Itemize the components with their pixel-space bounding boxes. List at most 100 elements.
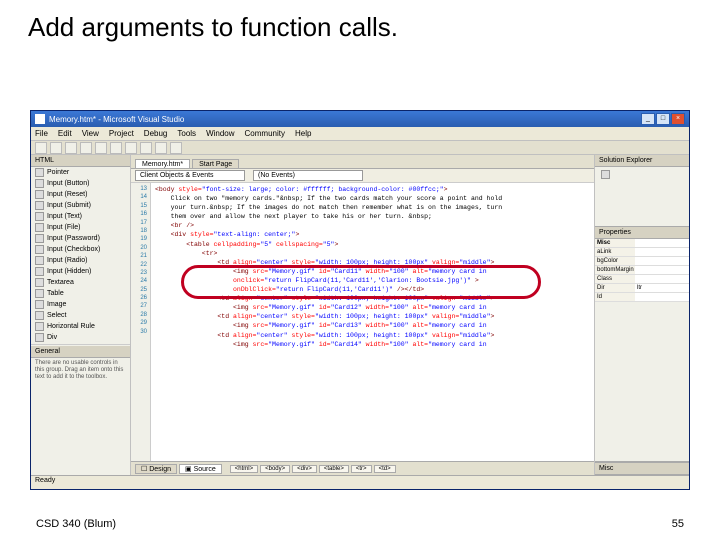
properties-header[interactable]: Properties [595, 227, 689, 239]
prop-key: Id [595, 293, 635, 301]
prop-key: bgColor [595, 257, 635, 265]
maximize-button[interactable]: □ [656, 113, 670, 125]
prop-value[interactable] [635, 275, 689, 283]
toolbar-button[interactable] [170, 142, 182, 154]
toolbar-button[interactable] [125, 142, 137, 154]
menu-window[interactable]: Window [206, 129, 234, 138]
menu-debug[interactable]: Debug [144, 129, 168, 138]
prop-value[interactable]: ltr [635, 284, 689, 292]
toolbox-item[interactable]: Table [47, 290, 64, 297]
right-panels: Solution Explorer Properties Misc aLink … [594, 155, 689, 475]
table-icon [35, 289, 44, 298]
menu-view[interactable]: View [82, 129, 99, 138]
prop-description: Misc [595, 462, 689, 475]
toolbar-button[interactable] [155, 142, 167, 154]
prop-key: bottomMargin [595, 266, 635, 274]
prop-key: Dir [595, 284, 635, 292]
breadcrumb[interactable]: <div> [292, 465, 317, 473]
toolbox-item[interactable]: Pointer [47, 169, 69, 176]
toolbox-item[interactable]: Input (File) [47, 224, 80, 231]
div-icon [35, 333, 44, 342]
toolbox-item[interactable]: Input (Submit) [47, 202, 91, 209]
toolbar-button[interactable] [140, 142, 152, 154]
slide-title: Add arguments to function calls. [0, 0, 720, 47]
toolbar-button[interactable] [80, 142, 92, 154]
toolbar-button[interactable] [50, 142, 62, 154]
breadcrumb[interactable]: <tr> [351, 465, 372, 473]
prop-key: Class [595, 275, 635, 283]
objects-dropdown[interactable]: Client Objects & Events [135, 170, 245, 181]
statusbar: Ready [31, 475, 689, 489]
breadcrumb[interactable]: <body> [260, 465, 290, 473]
object-event-bar: Client Objects & Events (No Events) [131, 169, 594, 183]
menu-help[interactable]: Help [295, 129, 311, 138]
menu-community[interactable]: Community [245, 129, 285, 138]
prop-value[interactable] [635, 248, 689, 256]
menu-edit[interactable]: Edit [58, 129, 72, 138]
titlebar: Memory.htm* - Microsoft Visual Studio _ … [31, 111, 689, 127]
file-icon [35, 223, 44, 232]
window-title: Memory.htm* - Microsoft Visual Studio [49, 115, 641, 124]
tab-memory-htm[interactable]: Memory.htm* [135, 159, 190, 168]
prop-value[interactable] [635, 257, 689, 265]
radio-icon [35, 256, 44, 265]
visual-studio-window: Memory.htm* - Microsoft Visual Studio _ … [30, 110, 690, 490]
toolbox-item[interactable]: Input (Password) [47, 235, 100, 242]
image-icon [35, 300, 44, 309]
toolbar-button[interactable] [95, 142, 107, 154]
toolbox-item[interactable]: Input (Button) [47, 180, 89, 187]
toolbox-header-general[interactable]: General [31, 346, 130, 358]
breadcrumb[interactable]: <html> [230, 465, 258, 473]
menu-tools[interactable]: Tools [177, 129, 196, 138]
design-tab[interactable]: ☐ Design [135, 464, 177, 474]
text-icon [35, 212, 44, 221]
toolbox-panel: HTML Pointer Input (Button) Input (Reset… [31, 155, 131, 475]
prop-value[interactable] [635, 293, 689, 301]
hr-icon [35, 322, 44, 331]
app-icon [35, 114, 45, 124]
breadcrumb[interactable]: <td> [374, 465, 396, 473]
events-dropdown[interactable]: (No Events) [253, 170, 363, 181]
breadcrumb[interactable]: <table> [319, 465, 349, 473]
tab-start-page[interactable]: Start Page [192, 159, 239, 168]
toolbox-item[interactable]: Input (Hidden) [47, 268, 91, 275]
select-icon [35, 311, 44, 320]
toolbar-button[interactable] [110, 142, 122, 154]
toolbox-item[interactable]: Input (Text) [47, 213, 82, 220]
textarea-icon [35, 278, 44, 287]
prop-key: aLink [595, 248, 635, 256]
solution-explorer-header[interactable]: Solution Explorer [595, 155, 689, 167]
toolbox-item[interactable]: Input (Radio) [47, 257, 87, 264]
checkbox-icon [35, 245, 44, 254]
folder-icon [601, 170, 610, 179]
toolbox-header-html[interactable]: HTML [31, 155, 130, 167]
toolbox-item[interactable]: Horizontal Rule [47, 323, 95, 330]
menu-file[interactable]: File [35, 129, 48, 138]
toolbox-item[interactable]: Input (Checkbox) [47, 246, 100, 253]
reset-icon [35, 190, 44, 199]
line-gutter: 131415161718192021222324252627282930 [131, 183, 151, 461]
minimize-button[interactable]: _ [641, 113, 655, 125]
toolbox-item[interactable]: Image [47, 301, 66, 308]
toolbox-empty-note: There are no usable controls in this gro… [31, 358, 130, 384]
menu-project[interactable]: Project [109, 129, 134, 138]
toolbox-item[interactable]: Input (Reset) [47, 191, 87, 198]
editor-panel: Memory.htm* Start Page Client Objects & … [131, 155, 594, 475]
window-controls: _ □ × [641, 113, 685, 125]
toolbar [31, 141, 689, 155]
footer-left: CSD 340 (Blum) [36, 518, 116, 530]
source-tab[interactable]: ▣ Source [179, 464, 222, 474]
code-editor[interactable]: <body style="font-size: large; color: #f… [151, 183, 594, 461]
properties-grid: Misc aLink bgColor bottomMargin Class Di… [595, 239, 689, 302]
toolbox-item[interactable]: Select [47, 312, 66, 319]
view-tabs: ☐ Design ▣ Source <html> <body> <div> <t… [131, 461, 594, 475]
button-icon [35, 179, 44, 188]
toolbar-button[interactable] [65, 142, 77, 154]
toolbar-button[interactable] [35, 142, 47, 154]
menubar: File Edit View Project Debug Tools Windo… [31, 127, 689, 141]
pointer-icon [35, 168, 44, 177]
close-button[interactable]: × [671, 113, 685, 125]
toolbox-item[interactable]: Div [47, 334, 57, 341]
prop-value[interactable] [635, 266, 689, 274]
toolbox-item[interactable]: Textarea [47, 279, 74, 286]
